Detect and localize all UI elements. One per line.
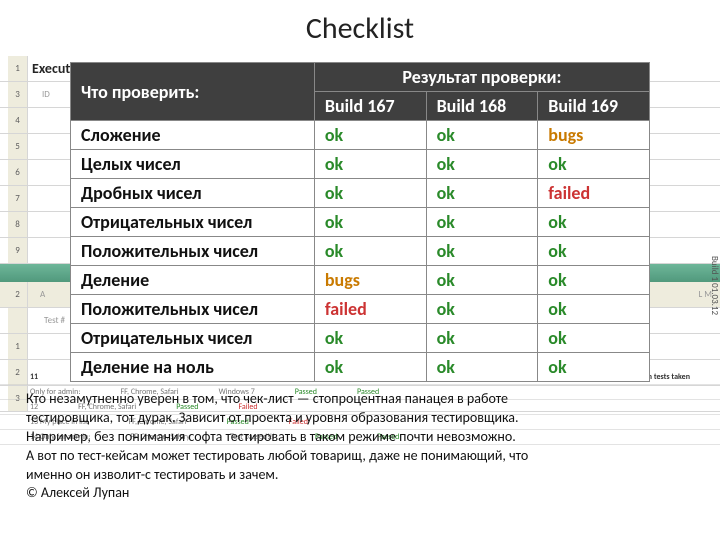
result-cell: ok: [538, 295, 650, 324]
result-cell: ok: [426, 150, 538, 179]
col-build-2: Build 169: [538, 92, 650, 121]
result-cell: ok: [426, 353, 538, 382]
result-cell: ok: [314, 353, 426, 382]
table-row: Сложениеokokbugs: [71, 121, 650, 150]
result-cell: ok: [426, 295, 538, 324]
table-row: Отрицательных чиселokokok: [71, 324, 650, 353]
table-row: Положительных чиселokokok: [71, 237, 650, 266]
result-cell: ok: [426, 237, 538, 266]
result-cell: ok: [538, 353, 650, 382]
result-cell: ok: [426, 208, 538, 237]
result-cell: ok: [314, 237, 426, 266]
table-row: Положительных чиселfailedokok: [71, 295, 650, 324]
col-result: Результат проверки:: [314, 63, 649, 92]
row-label: Отрицательных чисел: [71, 324, 315, 353]
result-cell: ok: [426, 266, 538, 295]
result-cell: ok: [314, 121, 426, 150]
col-build-0: Build 167: [314, 92, 426, 121]
result-cell: ok: [538, 237, 650, 266]
result-cell: ok: [426, 121, 538, 150]
row-label: Целых чисел: [71, 150, 315, 179]
table-row: Отрицательных чиселokokok: [71, 208, 650, 237]
row-label: Деление: [71, 266, 315, 295]
table-row: Целых чиселokokok: [71, 150, 650, 179]
result-cell: bugs: [538, 121, 650, 150]
result-cell: ok: [538, 266, 650, 295]
result-cell: ok: [538, 150, 650, 179]
row-label: Положительных чисел: [71, 295, 315, 324]
result-cell: ok: [426, 324, 538, 353]
checklist-table: Что проверить: Результат проверки: Build…: [70, 62, 650, 382]
page-title: Checklist: [0, 0, 720, 61]
row-label: Отрицательных чисел: [71, 208, 315, 237]
col-check: Что проверить:: [71, 63, 315, 121]
row-label: Дробных чисел: [71, 179, 315, 208]
row-label: Положительных чисел: [71, 237, 315, 266]
row-label: Деление на ноль: [71, 353, 315, 382]
result-cell: ok: [314, 150, 426, 179]
table-row: Дробных чиселokokfailed: [71, 179, 650, 208]
result-cell: ok: [314, 179, 426, 208]
result-cell: bugs: [314, 266, 426, 295]
table-row: Деление на нольokokok: [71, 353, 650, 382]
author: © Алексей Лупан: [26, 484, 129, 501]
table-row: Делениеbugsokok: [71, 266, 650, 295]
result-cell: failed: [314, 295, 426, 324]
result-cell: failed: [538, 179, 650, 208]
commentary-paragraph: Кто незамутненно уверен в том, что чек-л…: [26, 390, 694, 503]
col-build-1: Build 168: [426, 92, 538, 121]
result-cell: ok: [538, 324, 650, 353]
row-label: Сложение: [71, 121, 315, 150]
result-cell: ok: [426, 179, 538, 208]
result-cell: ok: [538, 208, 650, 237]
result-cell: ok: [314, 208, 426, 237]
result-cell: ok: [314, 324, 426, 353]
